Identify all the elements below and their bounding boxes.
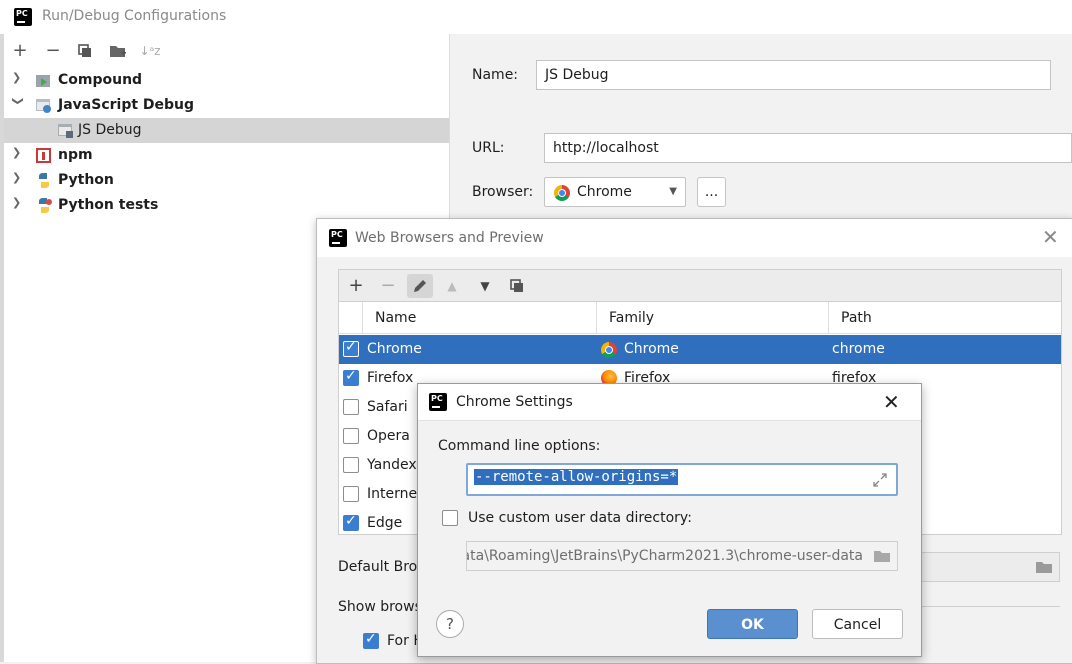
- chevron-right-icon[interactable]: ❯: [12, 71, 24, 84]
- add-icon[interactable]: +: [343, 274, 369, 298]
- tree-item-python-tests[interactable]: ❯ Python tests: [4, 193, 449, 218]
- pycharm-logo-icon: PC: [427, 391, 449, 413]
- browser-path: chrome: [832, 341, 885, 357]
- tree-item-label: JavaScript Debug: [58, 97, 195, 113]
- name-input[interactable]: JS Debug: [536, 60, 1051, 90]
- column-header-name[interactable]: Name: [363, 302, 597, 334]
- table-row[interactable]: Chrome Chrome chrome: [339, 335, 1061, 364]
- web-browsers-titlebar: PC Web Browsers and Preview ✕: [317, 219, 1072, 257]
- url-label: URL:: [472, 140, 505, 156]
- separator: [917, 606, 1060, 607]
- browser-name: Edge: [367, 515, 403, 531]
- url-input[interactable]: http://localhost: [544, 133, 1072, 163]
- enabled-checkbox[interactable]: [343, 399, 359, 415]
- enabled-checkbox[interactable]: [343, 368, 359, 386]
- python-tests-icon: [39, 198, 52, 213]
- tree-item-javascript-debug[interactable]: ❯ JavaScript Debug: [4, 93, 449, 118]
- dropdown-arrow-icon: ▼: [669, 186, 677, 197]
- chrome-settings-dialog: PC Chrome Settings ✕ Command line option…: [417, 383, 922, 657]
- pycharm-logo-icon: PC: [12, 6, 34, 28]
- python-icon: [39, 173, 49, 188]
- help-icon[interactable]: ?: [436, 610, 464, 638]
- chrome-settings-titlebar: PC Chrome Settings ✕: [418, 384, 921, 421]
- tree-item-label: Python: [58, 172, 114, 188]
- main-window-titlebar: PC Run/Debug Configurations: [0, 0, 1072, 34]
- browser-name: Firefox: [367, 370, 414, 386]
- enabled-checkbox[interactable]: [343, 428, 359, 444]
- copy-icon[interactable]: [74, 40, 96, 62]
- browse-browsers-button[interactable]: ...: [697, 177, 726, 207]
- expand-icon[interactable]: [872, 472, 888, 488]
- use-custom-user-data-dir-checkbox[interactable]: [442, 510, 458, 526]
- main-window-title: Run/Debug Configurations: [42, 8, 227, 24]
- cancel-button[interactable]: Cancel: [812, 609, 903, 639]
- web-browsers-title: Web Browsers and Preview: [355, 230, 544, 246]
- chrome-settings-title: Chrome Settings: [456, 394, 573, 410]
- use-custom-user-data-dir-label: Use custom user data directory:: [468, 510, 692, 526]
- command-line-options-input[interactable]: --remote-allow-origins=*: [466, 463, 898, 496]
- tree-item-compound[interactable]: ❯ Compound: [4, 68, 449, 93]
- browser-name: Opera: [367, 428, 410, 444]
- chrome-icon: [554, 185, 570, 201]
- browser-family: Chrome: [624, 341, 679, 357]
- edit-icon[interactable]: [407, 274, 433, 298]
- ok-button[interactable]: OK: [707, 609, 798, 639]
- chrome-icon: [601, 342, 617, 358]
- close-icon[interactable]: ✕: [883, 390, 900, 414]
- column-header-checkbox: [339, 302, 363, 334]
- close-icon[interactable]: ✕: [1042, 225, 1059, 249]
- user-data-dir-input[interactable]: Data\Roaming\JetBrains\PyCharm2021.3\chr…: [466, 541, 898, 571]
- enabled-checkbox[interactable]: [343, 486, 359, 502]
- add-icon[interactable]: +: [9, 40, 31, 62]
- browser-select[interactable]: Chrome ▼: [544, 177, 686, 207]
- show-browser-label: Show brows: [338, 599, 422, 615]
- command-line-options-label: Command line options:: [438, 438, 601, 454]
- column-header-path[interactable]: Path: [829, 302, 1061, 334]
- remove-icon[interactable]: −: [375, 274, 401, 298]
- tree-item-js-debug[interactable]: JS Debug: [4, 118, 449, 143]
- chevron-right-icon[interactable]: ❯: [12, 146, 24, 159]
- command-line-options-value: --remote-allow-origins=*: [474, 469, 679, 485]
- browsers-toolbar: + − ▲ ▼: [338, 269, 1062, 302]
- folder-icon[interactable]: [873, 549, 891, 563]
- copy-icon[interactable]: [504, 274, 530, 298]
- tree-item-label: npm: [58, 147, 93, 163]
- enabled-checkbox[interactable]: [343, 339, 359, 357]
- user-data-dir-value: Data\Roaming\JetBrains\PyCharm2021.3\chr…: [466, 548, 863, 564]
- folder-icon[interactable]: [1035, 560, 1053, 574]
- pycharm-logo-icon: PC: [327, 227, 349, 249]
- js-debug-config-icon: [58, 124, 73, 138]
- chevron-down-icon[interactable]: ❯: [12, 97, 25, 109]
- sort-icon[interactable]: ↓ᵃz: [139, 40, 161, 62]
- chevron-right-icon[interactable]: ❯: [12, 171, 24, 184]
- column-header-family[interactable]: Family: [597, 302, 829, 334]
- js-debug-icon: [36, 99, 51, 113]
- tree-item-label: Python tests: [58, 197, 159, 213]
- enabled-checkbox[interactable]: [343, 513, 359, 531]
- chevron-right-icon[interactable]: ❯: [12, 196, 24, 209]
- new-folder-icon[interactable]: [107, 40, 129, 62]
- tree-item-label: JS Debug: [78, 122, 142, 138]
- remove-icon[interactable]: −: [42, 40, 64, 62]
- tree-item-label: Compound: [58, 72, 143, 88]
- browser-name: Chrome: [367, 341, 422, 357]
- name-label: Name:: [472, 67, 519, 83]
- move-up-icon[interactable]: ▲: [439, 274, 465, 298]
- tree-item-npm[interactable]: ❯ npm: [4, 143, 449, 168]
- for-html-checkbox[interactable]: [363, 631, 379, 649]
- tree-item-python[interactable]: ❯ Python: [4, 168, 449, 193]
- browser-select-value: Chrome: [577, 184, 632, 200]
- enabled-checkbox[interactable]: [343, 457, 359, 473]
- move-down-icon[interactable]: ▼: [472, 274, 498, 298]
- npm-icon: [36, 148, 51, 163]
- default-browser-label: Default Brow: [338, 559, 429, 575]
- default-browser-path-field[interactable]: [917, 552, 1060, 582]
- browser-name: Safari: [367, 399, 408, 415]
- browser-name: Internet: [367, 486, 423, 502]
- browser-label: Browser:: [472, 184, 534, 200]
- browser-name: Yandex: [367, 457, 417, 473]
- compound-icon: [36, 75, 50, 87]
